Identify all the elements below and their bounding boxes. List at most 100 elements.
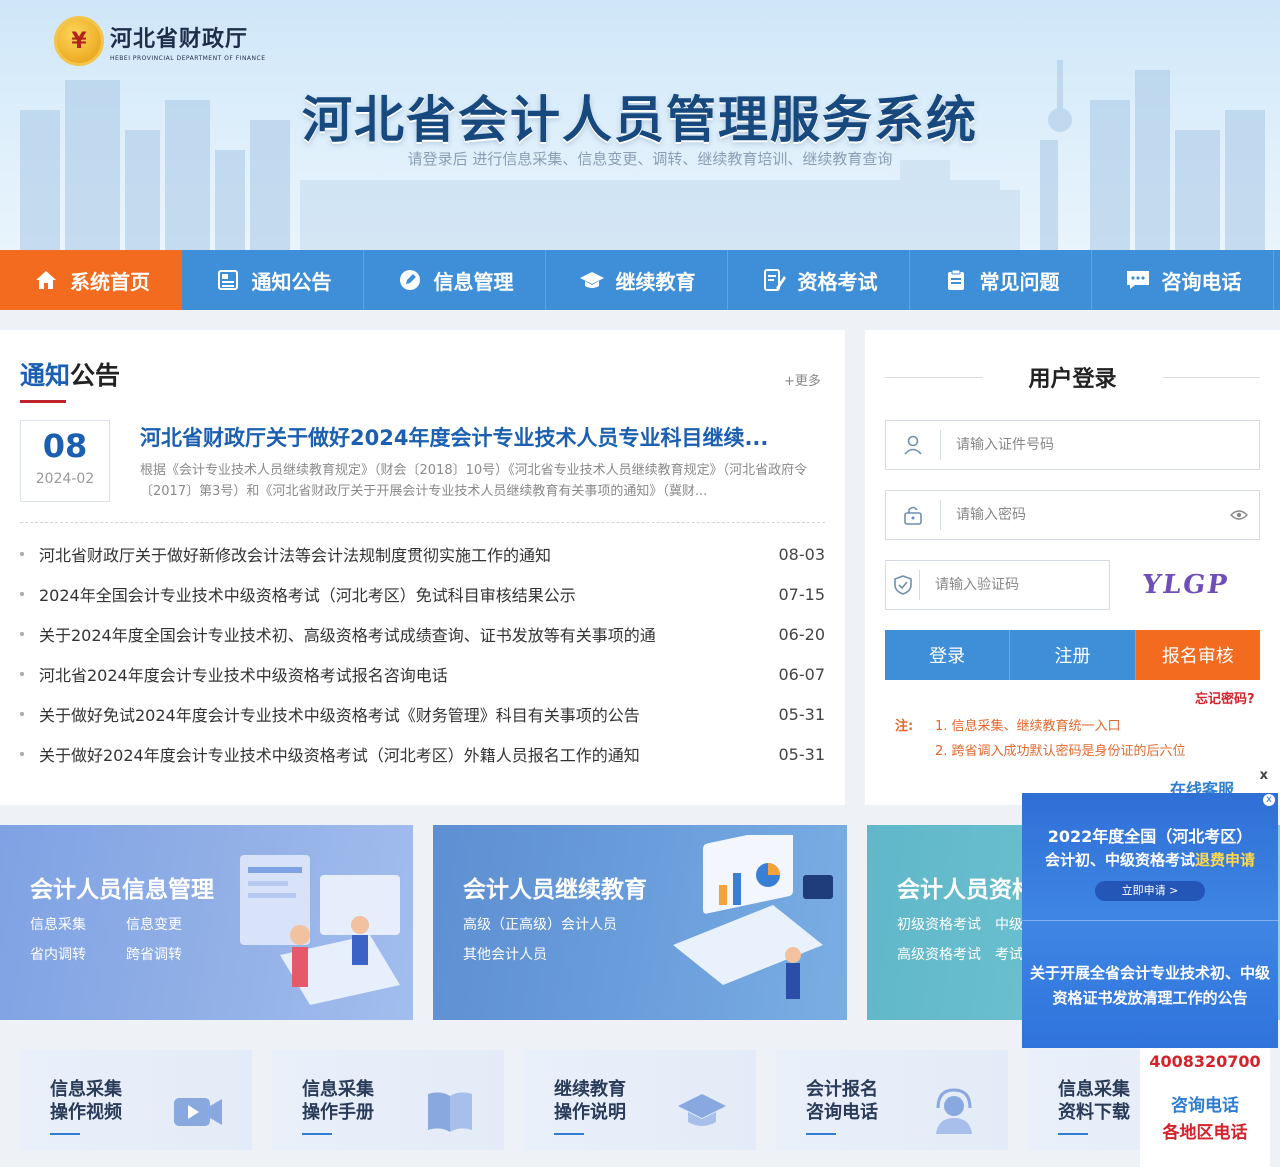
office-illustration <box>240 855 400 1005</box>
ad-line2: 会计初、中级资格考试退费申请 <box>1044 851 1256 869</box>
card-underline <box>1058 1133 1088 1135</box>
login-heading: 用户登录 <box>885 360 1261 394</box>
close-icon[interactable]: x <box>1260 768 1268 783</box>
logo-english-name: HEBEI PROVINCIAL DEPARTMENT OF FINANCE <box>110 54 266 62</box>
banner-info-management[interactable]: 会计人员信息管理 信息采集 信息变更 省内调转 跨省调转 <box>0 825 413 1020</box>
list-item-title[interactable]: 2024年全国会计专业技术中级资格考试（河北考区）免试科目审核结果公示 <box>20 582 576 606</box>
banner-link[interactable]: 中级 <box>995 910 1023 940</box>
card-underline <box>50 1133 80 1135</box>
list-item-title[interactable]: 关于2024年度全国会计专业技术初、高级资格考试成绩查询、证书发放等有关事项的通 <box>20 622 656 646</box>
card-underline <box>554 1133 584 1135</box>
nav-exam[interactable]: 资格考试 <box>728 250 910 310</box>
captcha-image[interactable]: YLGP <box>1135 566 1235 604</box>
banner-link[interactable]: 跨省调转 <box>126 940 182 970</box>
nav-hotline[interactable]: 咨询电话 <box>1092 250 1274 310</box>
banner-link[interactable]: 信息采集 <box>30 910 86 940</box>
captcha-input[interactable] <box>920 562 1109 608</box>
ad-line1: 2022年度全国（河北考区） <box>1047 827 1253 846</box>
site-logo[interactable]: ¥ 河北省财政厅 HEBEI PROVINCIAL DEPARTMENT OF … <box>54 16 266 66</box>
list-item[interactable]: 关于2024年度全国会计专业技术初、高级资格考试成绩查询、证书发放等有关事项的通… <box>20 614 825 654</box>
banner-link[interactable]: 初级资格考试 <box>897 910 981 940</box>
banner-continuing-education[interactable]: 会计人员继续教育 高级（正高级）会计人员 其他会计人员 <box>433 825 847 1020</box>
note-item: 1. 信息采集、继续教育统一入口 <box>935 719 1121 734</box>
login-notes: 注: 1. 信息采集、继续教育统一入口 2. 跨省调入成功默认密码是身份证的后六… <box>895 714 1186 764</box>
list-item-date: 06-20 <box>778 624 826 644</box>
register-button[interactable]: 注册 <box>1010 630 1136 680</box>
card-title: 信息采集 资料下载 <box>1058 1079 1130 1123</box>
banner-link[interactable]: 高级（正高级）会计人员 <box>463 910 617 940</box>
divider <box>1022 920 1278 921</box>
banner-link[interactable]: 考试 <box>995 940 1023 970</box>
nav-faq[interactable]: 常见问题 <box>910 250 1092 310</box>
list-item-date: 08-03 <box>778 544 826 564</box>
graduation-cap-icon <box>578 266 606 294</box>
note-label: 注: <box>895 719 914 734</box>
regional-phone-link[interactable]: 各地区电话 <box>1140 1118 1270 1143</box>
book-icon <box>428 1092 472 1132</box>
list-item[interactable]: 河北省财政厅关于做好新修改会计法等会计法规制度贯彻实施工作的通知 08-03 <box>20 534 825 574</box>
list-item-date: 06-07 <box>778 664 826 684</box>
chat-icon <box>1124 266 1152 294</box>
registration-review-button[interactable]: 报名审核 <box>1135 630 1260 680</box>
close-icon[interactable]: x <box>1263 794 1275 806</box>
more-link[interactable]: +更多 <box>784 370 821 389</box>
header-banner: ¥ 河北省财政厅 HEBEI PROVINCIAL DEPARTMENT OF … <box>0 0 1280 250</box>
apply-now-button[interactable]: 立即申请 > <box>1095 881 1205 901</box>
card-title: 继续教育 操作说明 <box>554 1079 626 1123</box>
id-number-input[interactable] <box>941 422 1259 468</box>
consult-phone-link[interactable]: 咨询电话 <box>1140 1091 1270 1116</box>
login-button[interactable]: 登录 <box>885 630 1011 680</box>
list-item-date: 05-31 <box>778 744 826 764</box>
news-icon <box>214 266 242 294</box>
banner-link[interactable]: 高级资格考试 <box>897 940 981 970</box>
login-buttons: 登录 注册 报名审核 <box>885 630 1260 680</box>
list-item-title[interactable]: 河北省财政厅关于做好新修改会计法等会计法规制度贯彻实施工作的通知 <box>20 542 551 566</box>
divider <box>20 522 825 523</box>
nav-notices-label: 通知公告 <box>251 269 332 294</box>
password-field <box>885 490 1260 540</box>
nav-info-management[interactable]: 信息管理 <box>364 250 546 310</box>
card-underline <box>806 1133 836 1135</box>
banner-link[interactable]: 其他会计人员 <box>463 940 547 970</box>
eye-icon[interactable] <box>1219 509 1259 521</box>
list-item[interactable]: 关于做好免试2024年度会计专业技术中级资格考试《财务管理》科目有关事项的公告 0… <box>20 694 825 734</box>
banner-title: 会计人员继续教育 <box>463 877 647 903</box>
featured-day: 08 <box>42 427 88 465</box>
card-info-manual[interactable]: 信息采集 操作手册 <box>272 1050 504 1150</box>
featured-notice-title[interactable]: 河北省财政厅关于做好2024年度会计专业技术人员专业科目继续... <box>140 422 820 452</box>
nav-notices[interactable]: 通知公告 <box>182 250 364 310</box>
list-item[interactable]: 关于做好2024年度会计专业技术中级资格考试（河北考区）外籍人员报名工作的通知 0… <box>20 734 825 774</box>
list-item-title[interactable]: 关于做好免试2024年度会计专业技术中级资格考试《财务管理》科目有关事项的公告 <box>20 702 640 726</box>
site-title: 河北省会计人员管理服务系统 <box>302 91 978 149</box>
banner-link[interactable]: 省内调转 <box>30 940 86 970</box>
floating-ad[interactable]: x 2022年度全国（河北考区） 会计初、中级资格考试退费申请 立即申请 > 关… <box>1022 793 1278 1048</box>
video-icon <box>174 1098 222 1126</box>
card-education-guide[interactable]: 继续教育 操作说明 <box>524 1050 756 1150</box>
notice-panel: 通知公告 +更多 08 2024-02 河北省财政厅关于做好2024年度会计专业… <box>0 330 845 805</box>
card-info-video[interactable]: 信息采集 操作视频 <box>20 1050 252 1150</box>
list-item-title[interactable]: 河北省2024年度会计专业技术中级资格考试报名咨询电话 <box>20 662 448 686</box>
banner-link[interactable]: 信息变更 <box>126 910 182 940</box>
nav-home[interactable]: 系统首页 <box>0 250 182 310</box>
notice-list: 河北省财政厅关于做好新修改会计法等会计法规制度贯彻实施工作的通知 08-03 20… <box>20 534 825 774</box>
exam-icon <box>760 266 788 294</box>
lock-icon <box>886 500 941 530</box>
nav-exam-label: 资格考试 <box>797 269 878 294</box>
forgot-password-link[interactable]: 忘记密码? <box>1195 688 1255 707</box>
list-item-title[interactable]: 关于做好2024年度会计专业技术中级资格考试（河北考区）外籍人员报名工作的通知 <box>20 742 640 766</box>
ad-notice[interactable]: 关于开展全省会计专业技术初、中级 资格证书发放清理工作的公告 <box>1022 961 1278 1011</box>
nav-education[interactable]: 继续教育 <box>546 250 728 310</box>
login-title: 用户登录 <box>1028 367 1117 392</box>
card-registration-hotline[interactable]: 会计报名 咨询电话 <box>776 1050 1008 1150</box>
list-item[interactable]: 2024年全国会计专业技术中级资格考试（河北考区）免试科目审核结果公示 07-15 <box>20 574 825 614</box>
shield-icon <box>886 570 920 600</box>
graduation-cap-icon <box>678 1094 726 1126</box>
card-title: 信息采集 操作视频 <box>50 1079 122 1123</box>
banner-title: 会计人员信息管理 <box>30 877 214 903</box>
list-item-date: 05-31 <box>778 704 826 724</box>
password-input[interactable] <box>941 492 1219 538</box>
list-item-date: 07-15 <box>778 584 826 604</box>
list-item[interactable]: 河北省2024年度会计专业技术中级资格考试报名咨询电话 06-07 <box>20 654 825 694</box>
featured-notice-summary: 根据《会计专业技术人员继续教育规定》（财会〔2018〕10号）《河北省专业技术人… <box>140 463 808 499</box>
notice-heading: 通知公告 <box>20 356 120 392</box>
